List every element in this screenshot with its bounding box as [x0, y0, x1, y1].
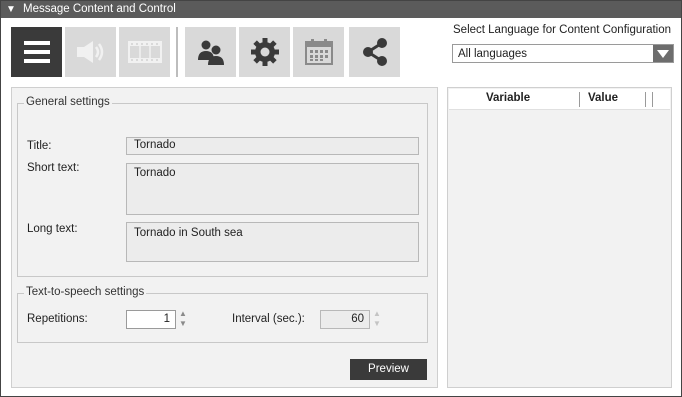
video-tab-button[interactable] [119, 27, 170, 77]
short-text-field[interactable]: Tornado [126, 163, 419, 215]
language-select-value: All languages [458, 48, 528, 60]
title-label: Title: [27, 140, 52, 152]
window-title-bar[interactable]: ▼ Message Content and Control [1, 1, 681, 18]
toolbar-separator [176, 27, 178, 77]
content-tab-button[interactable] [11, 27, 62, 77]
long-text-label: Long text: [27, 223, 78, 235]
language-select[interactable]: All languages [452, 44, 674, 63]
audio-tab-button[interactable] [65, 27, 116, 77]
column-divider[interactable] [579, 92, 580, 107]
title-field[interactable]: Tornado [126, 137, 419, 155]
interval-label: Interval (sec.): [232, 313, 305, 325]
repetitions-label: Repetitions: [27, 313, 88, 325]
variable-column-header[interactable]: Variable [486, 92, 530, 104]
people-group-icon [197, 40, 224, 65]
gear-icon [250, 38, 279, 66]
dropdown-arrow-icon[interactable] [653, 45, 673, 62]
long-text-field[interactable]: Tornado in South sea [126, 222, 419, 262]
settings-tab-button[interactable] [239, 27, 290, 77]
recipients-tab-button[interactable] [185, 27, 236, 77]
content-settings-panel: General settings Title: Tornado Short te… [11, 87, 438, 388]
interval-stepper[interactable]: ▲ ▼ [372, 309, 382, 329]
short-text-label: Short text: [27, 162, 80, 174]
window-title: Message Content and Control [23, 3, 176, 15]
calendar-icon [304, 39, 333, 65]
variables-panel [447, 87, 672, 388]
distribution-tab-button[interactable] [349, 27, 400, 77]
general-settings-group: General settings Title: Tornado Short te… [17, 96, 428, 277]
general-settings-legend: General settings [24, 96, 112, 108]
stepper-down-icon[interactable]: ▼ [179, 319, 187, 329]
interval-input[interactable]: 60 [320, 310, 370, 329]
preview-button[interactable]: Preview [350, 359, 427, 380]
column-divider[interactable] [652, 92, 653, 107]
variables-table-header: Variable Value [449, 89, 670, 110]
collapse-arrow-icon[interactable]: ▼ [6, 1, 16, 18]
content-menu-icon [23, 41, 50, 63]
stepper-down-icon[interactable]: ▼ [373, 319, 381, 329]
repetitions-input[interactable]: 1 [126, 310, 176, 329]
message-content-window: ▼ Message Content and Control Select Lan… [0, 0, 682, 397]
schedule-tab-button[interactable] [293, 27, 344, 77]
tts-settings-group: Text-to-speech settings Repetitions: 1 ▲… [17, 286, 428, 343]
language-select-label: Select Language for Content Configuratio… [453, 24, 672, 36]
value-column-header[interactable]: Value [588, 92, 618, 104]
audio-speaker-icon [76, 41, 103, 63]
column-divider[interactable] [645, 92, 646, 107]
stepper-up-icon[interactable]: ▲ [179, 309, 187, 319]
film-strip-icon [127, 41, 162, 63]
tts-settings-legend: Text-to-speech settings [24, 286, 147, 298]
stepper-up-icon[interactable]: ▲ [373, 309, 381, 319]
repetitions-stepper[interactable]: ▲ ▼ [178, 309, 188, 329]
share-icon [362, 38, 387, 66]
